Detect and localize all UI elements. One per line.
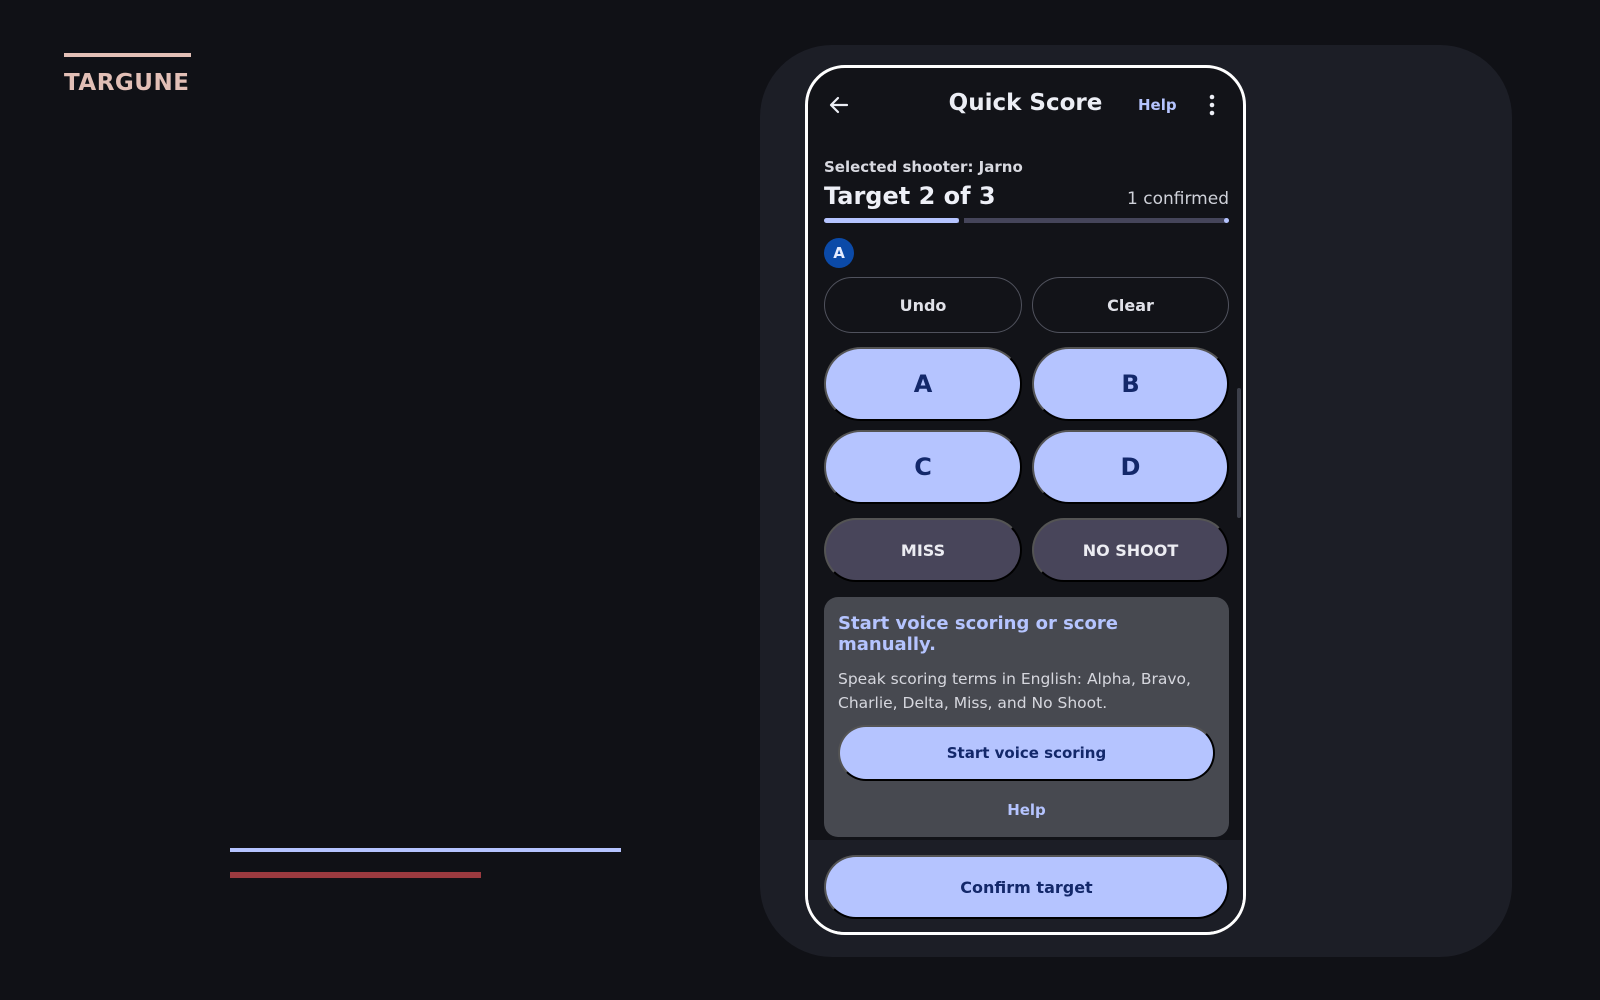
scrollbar-thumb[interactable]: [1237, 388, 1241, 518]
voice-card-description: Speak scoring terms in English: Alpha, B…: [838, 670, 1191, 712]
voice-scoring-card: Start voice scoring or score manually. S…: [824, 597, 1229, 837]
help-link[interactable]: Help: [1138, 96, 1177, 114]
target-status-row: Target 2 of 3 1 confirmed: [824, 182, 1229, 210]
selected-shooter-label: Selected shooter: Jarno: [824, 158, 1023, 176]
hit-chip: A: [824, 238, 854, 268]
target-progress-bar: [824, 217, 1229, 224]
start-voice-scoring-button[interactable]: Start voice scoring: [838, 725, 1215, 781]
miss-button[interactable]: MISS: [824, 518, 1022, 582]
progress-fill: [824, 218, 959, 223]
progress-gap: [958, 217, 964, 224]
voice-card-title: Start voice scoring or score manually.: [838, 613, 1118, 655]
more-options-button[interactable]: [1202, 90, 1222, 120]
decorative-line-red: [230, 872, 481, 878]
confirmed-count: 1 confirmed: [1127, 189, 1229, 209]
penalty-buttons: MISS NO SHOOT: [824, 518, 1229, 582]
more-vertical-icon: [1209, 94, 1215, 116]
clear-button[interactable]: Clear: [1032, 277, 1229, 333]
edit-controls: Undo Clear: [824, 277, 1229, 333]
zone-d-button[interactable]: D: [1032, 430, 1229, 504]
zone-c-button[interactable]: C: [824, 430, 1022, 504]
brand-accent-bar: [64, 53, 191, 57]
undo-button[interactable]: Undo: [824, 277, 1022, 333]
brand-logo-text: TARGUNE: [64, 70, 190, 96]
progress-end-dot: [1224, 218, 1229, 223]
zone-a-button[interactable]: A: [824, 347, 1022, 421]
page-title: Quick Score: [948, 90, 1103, 116]
no-shoot-button[interactable]: NO SHOOT: [1032, 518, 1229, 582]
phone-screen: Quick Score Help Selected shooter: Jarno…: [805, 65, 1246, 935]
decorative-line-blue: [230, 848, 621, 852]
app-bar: Quick Score Help: [808, 68, 1243, 140]
voice-help-link[interactable]: Help: [838, 801, 1215, 819]
confirm-target-button[interactable]: Confirm target: [824, 855, 1229, 919]
scoring-content: Selected shooter: Jarno Target 2 of 3 1 …: [824, 158, 1229, 837]
zone-b-button[interactable]: B: [1032, 347, 1229, 421]
zone-buttons: A B C D: [824, 347, 1229, 504]
bottom-action-bar: Confirm target: [808, 840, 1243, 932]
target-counter: Target 2 of 3: [824, 182, 996, 210]
